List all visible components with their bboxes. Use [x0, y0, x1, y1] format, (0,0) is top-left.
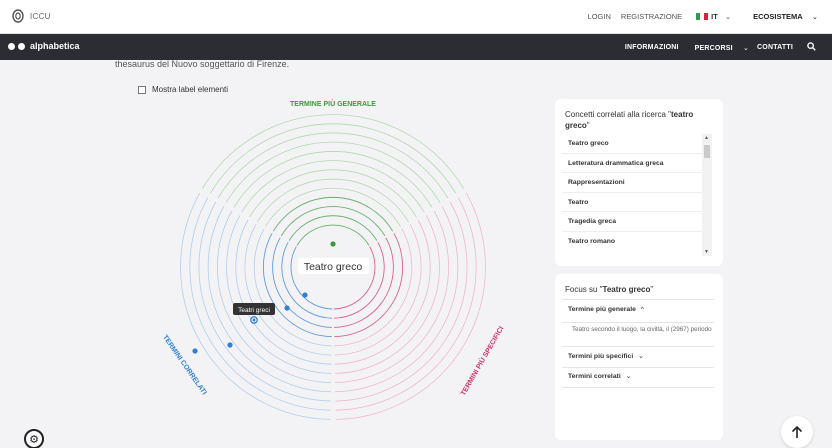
node-related-term[interactable] [227, 342, 233, 348]
node-tooltip: Teatri greci [238, 307, 270, 314]
ring-arc-specific [334, 233, 404, 338]
list-item[interactable]: Teatro [562, 193, 710, 212]
ring-arc-related [281, 241, 333, 319]
ring-arc-related [253, 228, 332, 347]
related-panel-title: Concetti correlati alla ricerca "teatro … [565, 109, 715, 131]
ring-arc-specific [335, 197, 477, 411]
ring-arc-specific [334, 228, 413, 347]
node-related-term[interactable] [302, 292, 308, 298]
settings-button[interactable]: ⚙ [24, 429, 44, 448]
ring-arc-general [280, 206, 386, 237]
ring-arc-general [272, 197, 394, 232]
related-terms-accordion[interactable]: Termini correlati ⌄ [562, 368, 714, 388]
specific-terms-accordion[interactable]: Termini più specifici ⌄ [562, 348, 714, 368]
chevron-down-icon: ⌄ [625, 373, 632, 380]
node-related-term-selected-core [252, 318, 256, 322]
related-terms-label: Termini correlati [568, 373, 621, 380]
scroll-to-top-button[interactable] [781, 416, 813, 448]
ring-arc-related [235, 219, 332, 365]
focus-title-suffix: " [650, 285, 654, 294]
scrollbar-thumb[interactable] [704, 145, 710, 158]
ring-arc-general [288, 215, 378, 241]
related-list: Teatro greco Letteratura drammatica grec… [562, 134, 710, 251]
focus-panel: Focus su "Teatro greco" Termine più gene… [555, 274, 723, 440]
ring-arc-specific [334, 219, 431, 365]
list-item[interactable]: Rappresentazioni [562, 173, 710, 193]
scroll-down-icon[interactable]: ▼ [704, 249, 709, 255]
center-term[interactable]: Teatro greco [304, 261, 363, 273]
ring-arc-related [290, 246, 333, 310]
label-related-terms: TERMINI CORRELATI [161, 334, 208, 396]
ring-arc-general [241, 160, 425, 213]
chevron-up-icon: ^ [640, 306, 644, 313]
ring-arc-specific [334, 210, 449, 383]
list-item[interactable]: Teatro greco [562, 134, 710, 154]
related-title-suffix: " [586, 121, 590, 130]
chevron-down-icon: ⌄ [638, 353, 644, 360]
ring-arc-general [265, 187, 401, 227]
label-specific-terms: TERMINI PIÙ SPECIFICI [458, 324, 505, 397]
ring-arc-related [262, 233, 332, 338]
ring-arc-specific [333, 246, 376, 310]
specific-terms-label: Termini più specifici [568, 353, 634, 360]
arrow-up-icon [791, 425, 803, 438]
ring-arc-general [209, 123, 457, 194]
list-item[interactable]: Teatro romano [562, 232, 710, 252]
ring-arc-related [217, 210, 332, 383]
ring-arc-general [249, 169, 417, 218]
focus-title-term: Teatro greco [602, 285, 651, 294]
general-term-label: Termine più generale [568, 306, 636, 313]
general-term-detail-text[interactable]: Teatro secondo il luogo, la civiltà, il … [572, 326, 712, 333]
ring-arc-specific [333, 241, 385, 319]
list-item[interactable]: Tragedia greca [562, 212, 710, 232]
list-item[interactable]: Letteratura drammatica greca [562, 154, 710, 173]
node-related-term[interactable] [284, 305, 290, 311]
general-term-detail: Teatro secondo il luogo, la civiltà, il … [562, 323, 714, 347]
general-term-accordion[interactable]: Termine più generale ^ [562, 299, 714, 323]
focus-title-prefix: Focus su " [565, 285, 603, 294]
scroll-up-icon[interactable]: ▲ [704, 135, 709, 141]
node-related-term[interactable] [192, 348, 198, 354]
label-general-term: TERMINE PIÙ GENERALE [290, 99, 376, 108]
related-concepts-panel: Concetti correlati alla ricerca "teatro … [555, 99, 723, 266]
focus-panel-title: Focus su "Teatro greco" [565, 285, 653, 294]
related-title-prefix: Concetti correlati alla ricerca " [565, 110, 671, 119]
related-list-scrollbar[interactable]: ▲ ▼ [702, 134, 712, 256]
ring-arc-specific [335, 192, 486, 420]
node-general-term[interactable] [330, 241, 336, 247]
gear-icon: ⚙ [29, 433, 39, 446]
